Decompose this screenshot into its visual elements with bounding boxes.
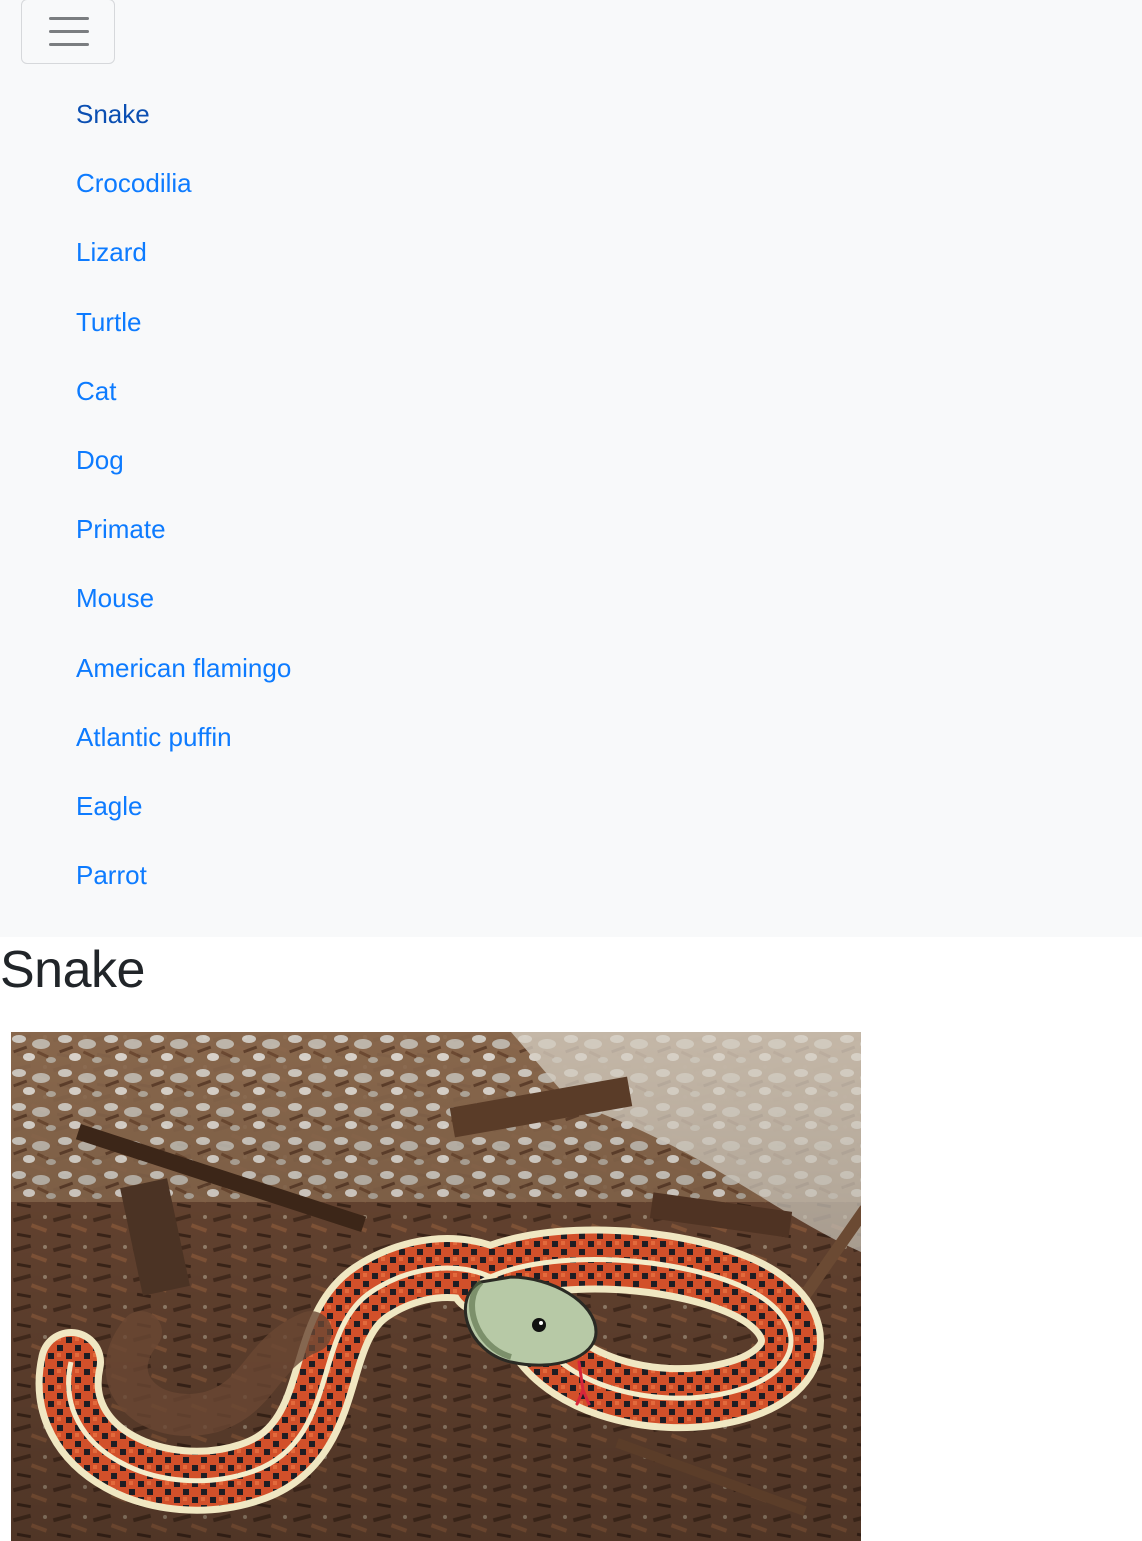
nav-item-dog: Dog <box>76 435 291 504</box>
nav-item-parrot: Parrot <box>76 850 291 919</box>
nav-list: Snake Crocodilia Lizard Turtle Cat Dog P… <box>76 89 291 919</box>
hamburger-menu-icon <box>49 17 89 20</box>
snake-image <box>11 1032 861 1541</box>
nav-link-crocodilia[interactable]: Crocodilia <box>76 158 192 208</box>
nav-link-lizard[interactable]: Lizard <box>76 227 147 277</box>
nav-link-mouse[interactable]: Mouse <box>76 573 154 623</box>
hamburger-menu-icon <box>49 30 89 33</box>
nav-link-american-flamingo[interactable]: American flamingo <box>76 643 291 693</box>
nav-item-lizard: Lizard <box>76 227 291 296</box>
nav-link-dog[interactable]: Dog <box>76 435 124 485</box>
nav-item-american-flamingo: American flamingo <box>76 643 291 712</box>
nav-link-cat[interactable]: Cat <box>76 366 116 416</box>
navbar-toggler-button[interactable] <box>21 0 115 64</box>
nav-item-cat: Cat <box>76 366 291 435</box>
nav-link-turtle[interactable]: Turtle <box>76 297 142 347</box>
nav-link-atlantic-puffin[interactable]: Atlantic puffin <box>76 712 232 762</box>
snake-photo <box>11 1032 861 1541</box>
nav-link-snake[interactable]: Snake <box>76 89 150 139</box>
page-title: Snake <box>0 941 145 999</box>
nav-link-eagle[interactable]: Eagle <box>76 781 143 831</box>
nav-item-atlantic-puffin: Atlantic puffin <box>76 712 291 781</box>
navbar: Snake Crocodilia Lizard Turtle Cat Dog P… <box>0 0 1142 937</box>
hamburger-menu-icon <box>49 43 89 46</box>
nav-item-snake: Snake <box>76 89 291 158</box>
nav-item-crocodilia: Crocodilia <box>76 158 291 227</box>
nav-link-parrot[interactable]: Parrot <box>76 850 147 900</box>
nav-item-turtle: Turtle <box>76 297 291 366</box>
nav-item-primate: Primate <box>76 504 291 573</box>
nav-item-mouse: Mouse <box>76 573 291 642</box>
nav-link-primate[interactable]: Primate <box>76 504 166 554</box>
nav-item-eagle: Eagle <box>76 781 291 850</box>
